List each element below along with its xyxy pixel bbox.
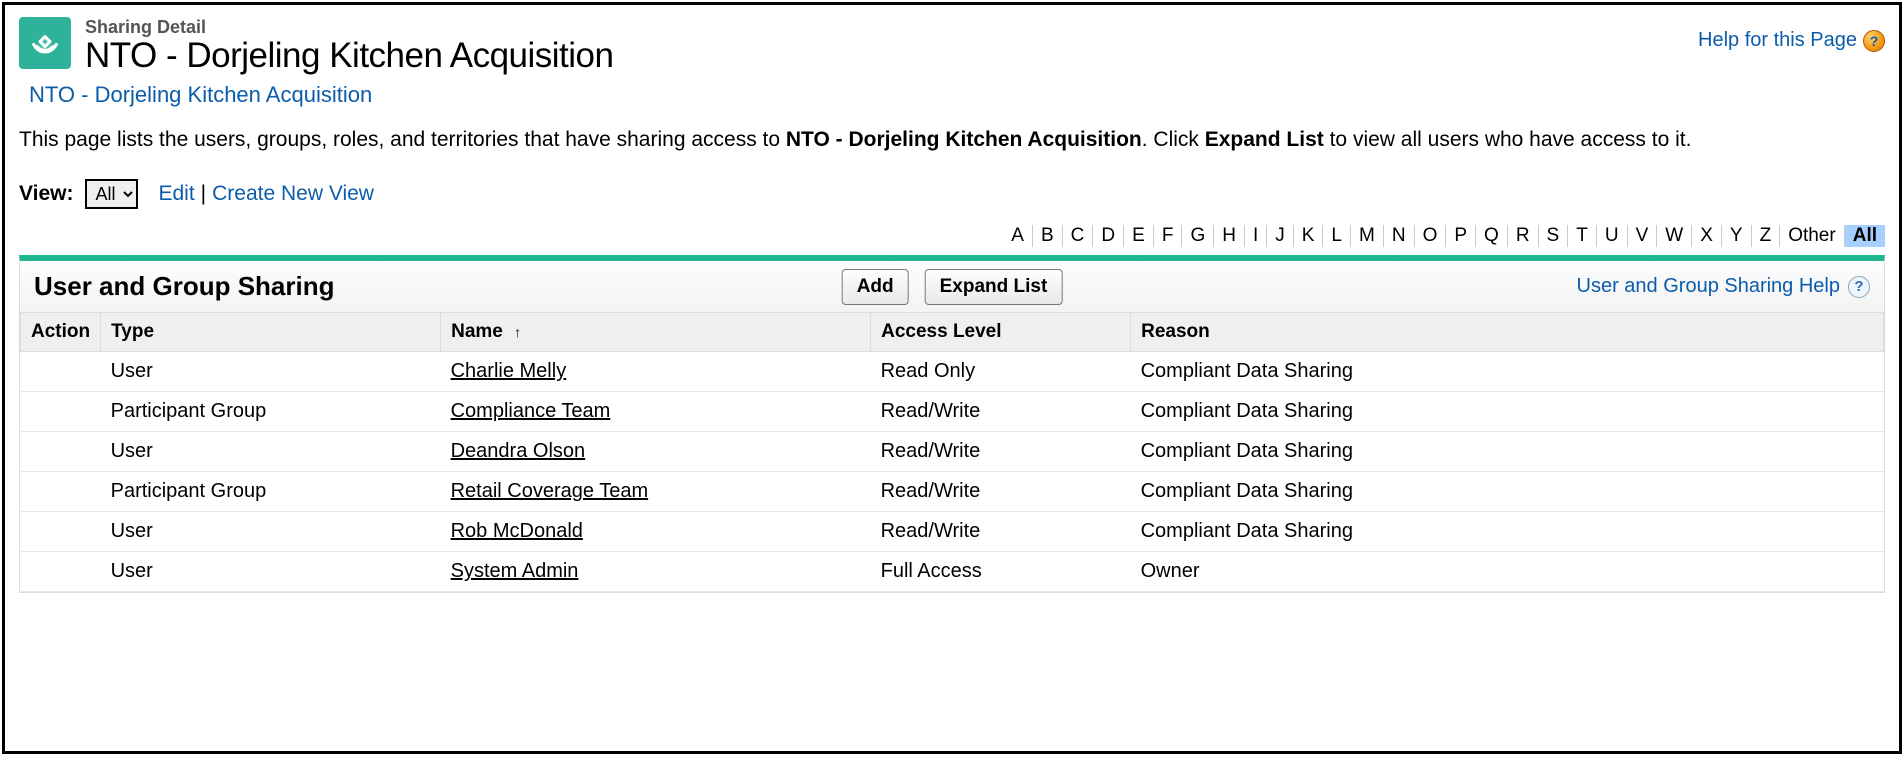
cell-name: Deandra Olson xyxy=(441,432,871,472)
cell-action xyxy=(21,392,101,432)
cell-action xyxy=(21,472,101,512)
name-link[interactable]: Retail Coverage Team xyxy=(451,480,649,502)
cell-type: User xyxy=(101,552,441,592)
alpha-l[interactable]: L xyxy=(1323,225,1351,247)
cell-name: Rob McDonald xyxy=(441,512,871,552)
cell-name: Compliance Team xyxy=(441,392,871,432)
cell-reason: Compliant Data Sharing xyxy=(1131,512,1884,552)
breadcrumb[interactable]: NTO - Dorjeling Kitchen Acquisition xyxy=(29,82,372,108)
page-header: Sharing Detail NTO - Dorjeling Kitchen A… xyxy=(19,17,1885,76)
help-for-page-link[interactable]: Help for this Page ? xyxy=(1698,29,1885,52)
alpha-m[interactable]: M xyxy=(1351,225,1384,247)
table-row: User Charlie Melly Read OnlyCompliant Data… xyxy=(21,352,1884,392)
sharing-panel: User and Group Sharing Add Expand List U… xyxy=(19,255,1885,593)
alpha-d[interactable]: D xyxy=(1093,225,1124,247)
name-link[interactable]: Charlie Melly xyxy=(451,360,567,382)
cell-action xyxy=(21,512,101,552)
alpha-f[interactable]: F xyxy=(1154,225,1183,247)
table-row: Participant Group Retail Coverage Team Rea… xyxy=(21,472,1884,512)
alpha-g[interactable]: G xyxy=(1182,225,1214,247)
cell-access: Read/Write xyxy=(871,472,1131,512)
edit-view-link[interactable]: Edit xyxy=(158,182,194,206)
table-row: Participant Group Compliance Team Read/Wri… xyxy=(21,392,1884,432)
cell-reason: Compliant Data Sharing xyxy=(1131,392,1884,432)
alpha-all[interactable]: All xyxy=(1845,225,1885,247)
table-row: User System Admin Full AccessOwner xyxy=(21,552,1884,592)
table-row: User Rob McDonald Read/WriteCompliant Data… xyxy=(21,512,1884,552)
panel-title: User and Group Sharing xyxy=(34,271,335,302)
name-link[interactable]: Compliance Team xyxy=(451,400,611,422)
panel-header: User and Group Sharing Add Expand List U… xyxy=(20,261,1884,312)
view-row: View: All Edit | Create New View xyxy=(19,179,1885,209)
cell-action xyxy=(21,352,101,392)
alpha-filter-row: ABCDEFGHIJKLMNOPQRSTUVWXYZOtherAll xyxy=(19,225,1885,247)
alpha-q[interactable]: Q xyxy=(1476,225,1508,247)
alpha-w[interactable]: W xyxy=(1657,225,1692,247)
alpha-c[interactable]: C xyxy=(1063,225,1094,247)
page-title: NTO - Dorjeling Kitchen Acquisition xyxy=(85,36,614,76)
col-reason[interactable]: Reason xyxy=(1131,313,1884,352)
alpha-h[interactable]: H xyxy=(1214,225,1245,247)
alpha-v[interactable]: V xyxy=(1628,225,1658,247)
cell-name: Retail Coverage Team xyxy=(441,472,871,512)
cell-type: User xyxy=(101,512,441,552)
alpha-o[interactable]: O xyxy=(1415,225,1447,247)
alpha-b[interactable]: B xyxy=(1033,225,1063,247)
view-label: View: xyxy=(19,182,73,206)
cell-type: User xyxy=(101,432,441,472)
name-link[interactable]: Deandra Olson xyxy=(451,440,586,462)
cell-type: Participant Group xyxy=(101,472,441,512)
cell-access: Read/Write xyxy=(871,432,1131,472)
cell-access: Full Access xyxy=(871,552,1131,592)
expand-list-button[interactable]: Expand List xyxy=(925,269,1063,305)
cell-reason: Compliant Data Sharing xyxy=(1131,352,1884,392)
cell-type: Participant Group xyxy=(101,392,441,432)
alpha-n[interactable]: N xyxy=(1384,225,1415,247)
cell-action xyxy=(21,432,101,472)
cell-reason: Compliant Data Sharing xyxy=(1131,432,1884,472)
alpha-i[interactable]: I xyxy=(1245,225,1267,247)
col-access[interactable]: Access Level xyxy=(871,313,1131,352)
alpha-r[interactable]: R xyxy=(1508,225,1539,247)
alpha-p[interactable]: P xyxy=(1446,225,1476,247)
alpha-j[interactable]: J xyxy=(1267,225,1294,247)
create-new-view-link[interactable]: Create New View xyxy=(212,182,374,206)
page-description: This page lists the users, groups, roles… xyxy=(19,126,1885,153)
record-icon xyxy=(19,17,71,69)
col-action[interactable]: Action xyxy=(21,313,101,352)
alpha-e[interactable]: E xyxy=(1124,225,1154,247)
sharing-table: Action Type Name ↑ Access Level Reason U… xyxy=(20,312,1884,592)
cell-type: User xyxy=(101,352,441,392)
alpha-u[interactable]: U xyxy=(1597,225,1628,247)
page-subtitle: Sharing Detail xyxy=(85,17,614,38)
cell-access: Read/Write xyxy=(871,512,1131,552)
name-link[interactable]: System Admin xyxy=(451,560,579,582)
cell-access: Read/Write xyxy=(871,392,1131,432)
help-icon: ? xyxy=(1848,276,1870,298)
alpha-t[interactable]: T xyxy=(1568,225,1597,247)
cell-action xyxy=(21,552,101,592)
table-row: User Deandra Olson Read/WriteCompliant Dat… xyxy=(21,432,1884,472)
view-select[interactable]: All xyxy=(85,179,138,209)
cell-name: Charlie Melly xyxy=(441,352,871,392)
cell-reason: Compliant Data Sharing xyxy=(1131,472,1884,512)
col-type[interactable]: Type xyxy=(101,313,441,352)
panel-help-link[interactable]: User and Group Sharing Help ? xyxy=(1577,275,1870,298)
name-link[interactable]: Rob McDonald xyxy=(451,520,583,542)
alpha-a[interactable]: A xyxy=(1003,225,1033,247)
alpha-y[interactable]: Y xyxy=(1722,225,1752,247)
col-name[interactable]: Name ↑ xyxy=(441,313,871,352)
alpha-other[interactable]: Other xyxy=(1780,225,1845,247)
add-button[interactable]: Add xyxy=(842,269,909,305)
cell-reason: Owner xyxy=(1131,552,1884,592)
alpha-s[interactable]: S xyxy=(1539,225,1569,247)
help-icon: ? xyxy=(1863,30,1885,52)
cell-access: Read Only xyxy=(871,352,1131,392)
alpha-k[interactable]: K xyxy=(1294,225,1324,247)
cell-name: System Admin xyxy=(441,552,871,592)
alpha-z[interactable]: Z xyxy=(1752,225,1781,247)
sort-ascending-icon: ↑ xyxy=(514,324,521,340)
alpha-x[interactable]: X xyxy=(1692,225,1722,247)
